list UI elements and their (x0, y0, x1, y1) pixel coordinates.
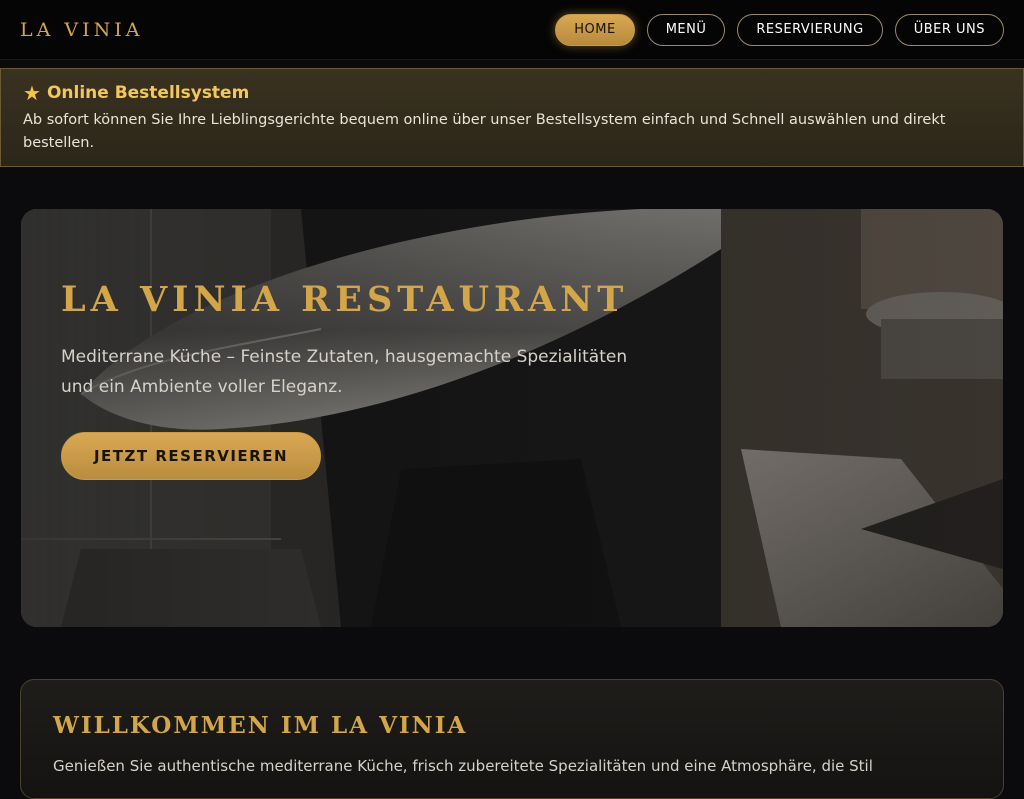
nav-about-button[interactable]: ÜBER UNS (894, 13, 1004, 46)
main-nav: HOME MENÜ RESERVIERUNG ÜBER UNS (555, 13, 1004, 46)
hero-title: LA VINIA RESTAURANT (61, 279, 629, 320)
hero-banner: LA VINIA RESTAURANT Mediterrane Küche – … (21, 209, 1003, 627)
notice-text: Ab sofort können Sie Ihre Lieblingsgeric… (23, 112, 946, 151)
notice-heading: ★ Online Bestellsystem (23, 83, 1001, 103)
brand-logo[interactable]: LA VINIA (20, 19, 143, 41)
welcome-text: Genießen Sie authentische mediterrane Kü… (53, 757, 873, 775)
hero-content: LA VINIA RESTAURANT Mediterrane Küche – … (61, 279, 681, 480)
online-order-notice: ★ Online Bestellsystem Ab sofort können … (0, 68, 1024, 167)
hero-subtitle: Mediterrane Küche – Feinste Zutaten, hau… (61, 347, 628, 397)
welcome-section: WILLKOMMEN IM LA VINIA Genießen Sie auth… (20, 679, 1004, 799)
welcome-title: WILLKOMMEN IM LA VINIA (53, 712, 468, 739)
star-icon: ★ (23, 81, 41, 105)
nav-reservation-button[interactable]: RESERVIERUNG (737, 13, 883, 46)
site-header: LA VINIA HOME MENÜ RESERVIERUNG ÜBER UNS (0, 0, 1024, 60)
reserve-now-button[interactable]: JETZT RESERVIEREN (61, 432, 321, 480)
notice-title: Online Bestellsystem (46, 83, 250, 103)
nav-home-button[interactable]: HOME (555, 13, 635, 46)
nav-menu-button[interactable]: MENÜ (646, 13, 726, 46)
